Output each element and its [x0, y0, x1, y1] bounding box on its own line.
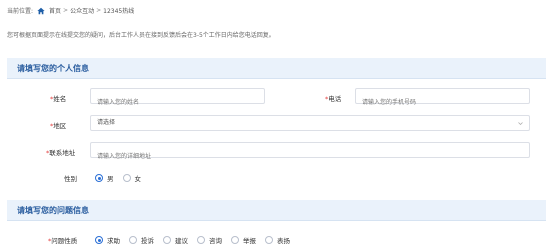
radio-unchecked-icon[interactable]: [265, 236, 273, 244]
question-type-option-report[interactable]: 举报: [231, 235, 256, 245]
chevron-down-icon: [518, 122, 523, 126]
radio-checked-icon[interactable]: [95, 174, 103, 182]
address-label: *联系地址: [46, 149, 76, 157]
phone-input[interactable]: [356, 95, 529, 110]
address-input[interactable]: [91, 149, 529, 164]
phone-label: *电话: [325, 95, 342, 103]
question-info-section-header: 请填写您的问题信息: [7, 200, 546, 221]
gender-option-male[interactable]: 男: [95, 173, 114, 183]
breadcrumb-12345-hotline[interactable]: 12345热线: [103, 6, 134, 15]
gender-label: 性别: [64, 175, 77, 183]
radio-unchecked-icon[interactable]: [129, 236, 137, 244]
question-type-option-help[interactable]: 求助: [95, 235, 120, 245]
breadcrumb-separator: >: [96, 7, 102, 14]
question-type-option-suggestion[interactable]: 建议: [163, 235, 188, 245]
section-title: 请填写您的问题信息: [17, 206, 89, 215]
name-label: *姓名: [50, 95, 67, 103]
section-title: 请填写您的个人信息: [17, 64, 89, 73]
question-type-label: *问题性质: [48, 237, 78, 245]
notice-text: 您可根据页面提示在线提交您的疑问，后台工作人员在接到反馈后会在3-5个工作日内给…: [7, 32, 275, 39]
name-input[interactable]: [91, 95, 264, 110]
address-field[interactable]: [90, 142, 530, 164]
question-type-radio-group: 求助 投诉 建议 咨询 举报 表扬: [95, 235, 299, 245]
question-type-option-complaint[interactable]: 投诉: [129, 235, 154, 245]
breadcrumb: 当前位置: 首页 > 公众互动 > 12345热线: [7, 6, 134, 15]
breadcrumb-home[interactable]: 首页: [49, 6, 61, 15]
district-select[interactable]: 请选择: [90, 115, 530, 131]
radio-unchecked-icon[interactable]: [122, 174, 131, 182]
personal-info-section-header: 请填写您的个人信息: [7, 58, 546, 79]
district-label: *地区: [50, 122, 67, 130]
question-type-option-inquiry[interactable]: 咨询: [197, 235, 222, 245]
district-select-value: 请选择: [97, 119, 116, 126]
radio-unchecked-icon[interactable]: [163, 236, 171, 244]
breadcrumb-public-interaction[interactable]: 公众互动: [70, 6, 94, 15]
home-icon[interactable]: [37, 7, 45, 15]
radio-unchecked-icon[interactable]: [197, 236, 205, 244]
gender-option-female[interactable]: 女: [122, 173, 141, 183]
name-field[interactable]: [90, 88, 265, 110]
phone-field[interactable]: [355, 88, 530, 110]
breadcrumb-separator: >: [63, 7, 69, 14]
gender-radio-group: 男 女: [95, 173, 150, 183]
radio-unchecked-icon[interactable]: [231, 236, 239, 244]
breadcrumb-prefix: 当前位置:: [7, 8, 34, 15]
radio-checked-icon[interactable]: [95, 236, 103, 244]
question-type-option-praise[interactable]: 表扬: [265, 235, 290, 245]
